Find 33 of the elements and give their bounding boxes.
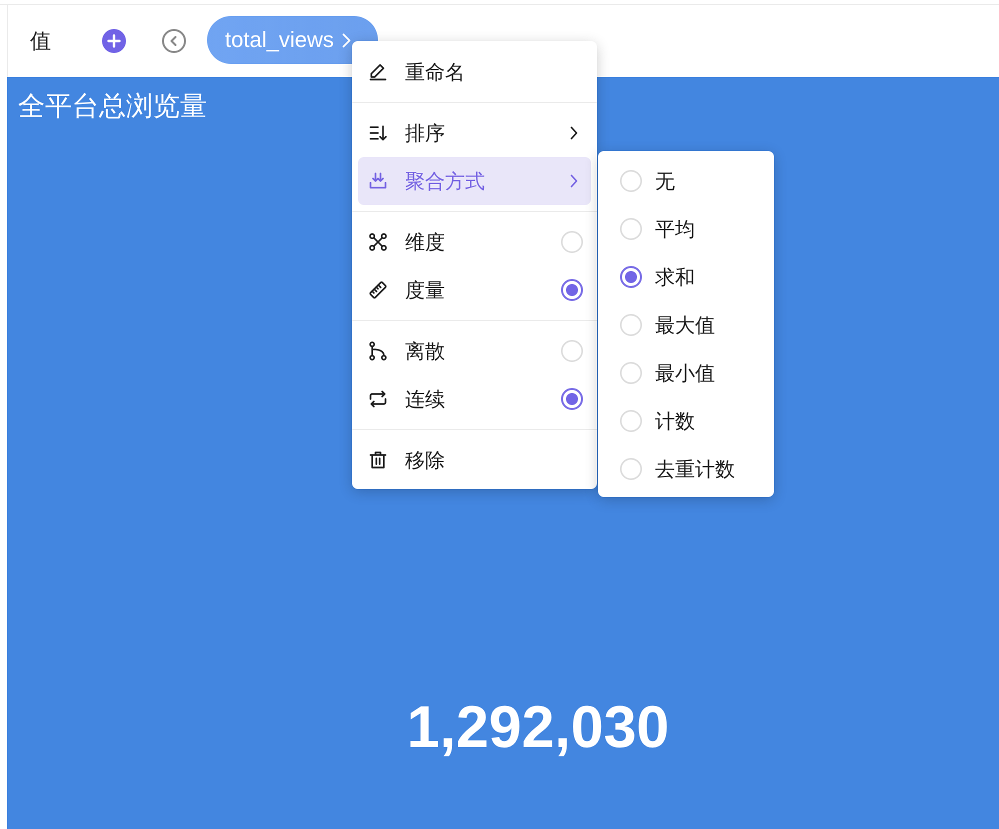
radio-menu-item[interactable]: 维度 bbox=[358, 218, 591, 266]
radio-icon[interactable] bbox=[561, 279, 583, 301]
chevron-right-icon bbox=[570, 126, 578, 140]
radio-option[interactable]: 求和 bbox=[604, 253, 768, 301]
back-icon[interactable] bbox=[162, 29, 186, 53]
radio-menu-item[interactable]: 度量 bbox=[358, 266, 591, 314]
nodes-icon bbox=[368, 232, 388, 252]
repeat-icon bbox=[368, 389, 388, 409]
submenu-item[interactable]: 排序 bbox=[358, 109, 591, 157]
radio-icon[interactable] bbox=[620, 266, 642, 288]
trash-icon bbox=[368, 450, 388, 470]
radio-option[interactable]: 最小值 bbox=[604, 349, 768, 397]
radio-option[interactable]: 去重计数 bbox=[604, 445, 768, 493]
radio-option[interactable]: 最大值 bbox=[604, 301, 768, 349]
card-title: 全平台总浏览量 bbox=[18, 91, 207, 121]
tray-arrows-icon bbox=[368, 171, 388, 191]
pencil-icon bbox=[368, 62, 388, 82]
radio-menu-item[interactable]: 离散 bbox=[358, 327, 591, 375]
metric-value: 1,292,030 bbox=[406, 693, 670, 762]
sort-icon bbox=[368, 123, 388, 143]
radio-icon[interactable] bbox=[561, 388, 583, 410]
submenu-item[interactable]: 聚合方式 bbox=[358, 157, 591, 205]
ruler-icon bbox=[368, 280, 388, 300]
radio-menu-item[interactable]: 连续 bbox=[358, 375, 591, 423]
radio-option[interactable]: 平均 bbox=[604, 205, 768, 253]
radio-option[interactable]: 计数 bbox=[604, 397, 768, 445]
radio-option[interactable]: 无 bbox=[604, 157, 768, 205]
shelf-label: 值 bbox=[30, 29, 51, 55]
branch-icon bbox=[368, 341, 388, 361]
chevron-right-icon bbox=[570, 174, 578, 188]
chevron-right-icon bbox=[342, 32, 351, 48]
add-icon[interactable] bbox=[102, 29, 126, 53]
menu-item[interactable]: 移除 bbox=[358, 436, 591, 484]
